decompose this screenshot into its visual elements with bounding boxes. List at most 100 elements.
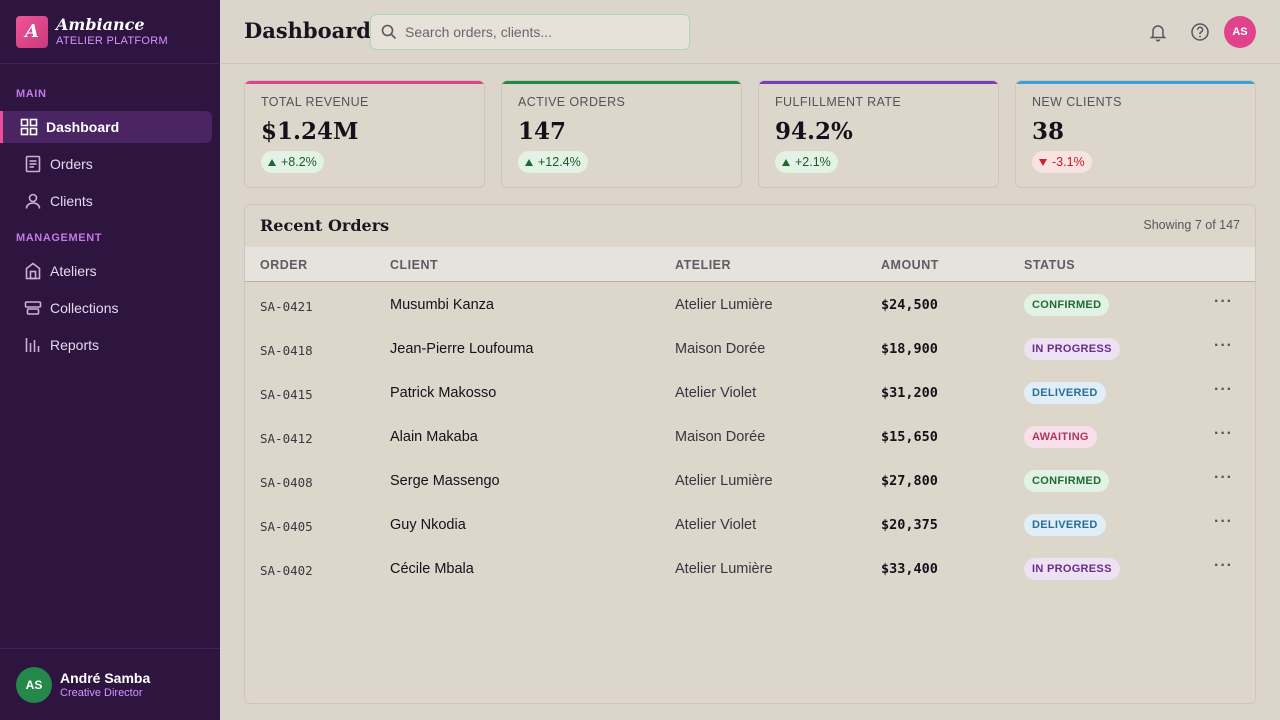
atelier-name: Atelier Lumière — [675, 297, 773, 313]
stat-card-new-clients: NEW CLIENTS 38 -3.1% — [1015, 80, 1256, 188]
trend-badge: +12.4% — [518, 151, 588, 173]
order-id[interactable]: SA-0412 — [260, 431, 313, 446]
client-name: Guy Nkodia — [390, 517, 466, 533]
client-name: Jean-Pierre Loufouma — [390, 341, 534, 357]
stat-label: NEW CLIENTS — [1032, 95, 1122, 109]
stat-card-active-orders: ACTIVE ORDERS 147 +12.4% — [501, 80, 742, 188]
search-icon — [381, 24, 397, 40]
sidebar-item-collections[interactable]: Collections — [4, 292, 212, 324]
order-amount: $31,200 — [881, 385, 938, 401]
bell-icon[interactable] — [1148, 22, 1168, 42]
table-row[interactable]: SA-0405 Guy Nkodia Atelier Violet $20,375 DE… — [245, 503, 1255, 547]
order-amount: $27,800 — [881, 473, 938, 489]
status-badge: DELIVERED — [1024, 514, 1106, 536]
table-row[interactable]: SA-0418 Jean-Pierre Loufouma Maison Dorée $… — [245, 327, 1255, 371]
sidebar-item-label: Ateliers — [50, 263, 97, 279]
stat-value: 38 — [1032, 118, 1065, 145]
trend-badge: +8.2% — [261, 151, 324, 173]
stat-value: 94.2% — [775, 118, 853, 145]
column-header-client[interactable]: CLIENT — [390, 258, 438, 272]
header-avatar[interactable]: AS — [1224, 16, 1256, 48]
table-row[interactable]: SA-0415 Patrick Makosso Atelier Violet $31,… — [245, 371, 1255, 415]
sidebar-item-clients[interactable]: Clients — [4, 185, 212, 217]
atelier-name: Atelier Violet — [675, 517, 757, 533]
order-id[interactable]: SA-0408 — [260, 475, 313, 490]
more-options-icon[interactable]: ··· — [1214, 513, 1238, 535]
column-header-order[interactable]: ORDER — [260, 258, 308, 272]
trend-up-icon — [268, 158, 276, 166]
more-options-icon[interactable]: ··· — [1214, 337, 1238, 359]
sidebar: A Ambiance ATELIER PLATFORM MAIN Dashboa… — [0, 0, 220, 720]
stat-label: ACTIVE ORDERS — [518, 95, 626, 109]
status-badge: CONFIRMED — [1024, 294, 1110, 316]
status-badge: DELIVERED — [1024, 382, 1106, 404]
table-row[interactable]: SA-0402 Cécile Mbala Atelier Lumière $33,40… — [245, 547, 1255, 591]
trend-up-icon — [782, 158, 790, 166]
stat-change: -3.1% — [1052, 155, 1085, 169]
stat-change: +8.2% — [281, 155, 317, 169]
trend-down-icon — [1039, 158, 1047, 166]
status-badge: IN PROGRESS — [1024, 558, 1120, 580]
table-row[interactable]: SA-0412 Alain Makaba Maison Dorée $15,650 AW… — [245, 415, 1255, 459]
stat-value: 147 — [518, 118, 567, 145]
stat-value: $1.24M — [261, 118, 359, 145]
sidebar-item-label: Reports — [50, 337, 100, 353]
brand-subtitle: ATELIER PLATFORM — [56, 34, 168, 47]
order-amount: $18,900 — [881, 341, 938, 357]
table-header: ORDER CLIENT ATELIER AMOUNT STATUS — [245, 247, 1255, 282]
more-options-icon[interactable]: ··· — [1214, 557, 1238, 579]
brand[interactable]: A Ambiance ATELIER PLATFORM — [0, 0, 220, 64]
order-amount: $33,400 — [881, 561, 938, 577]
table-row[interactable]: SA-0421 Musumbi Kanza Atelier Lumière $24,5… — [245, 283, 1255, 327]
building-icon — [25, 262, 41, 280]
search-bar[interactable] — [370, 14, 690, 50]
user-icon — [25, 193, 41, 209]
stat-label: FULFILLMENT RATE — [775, 95, 902, 109]
stat-change: +12.4% — [538, 155, 581, 169]
more-options-icon[interactable]: ··· — [1214, 293, 1238, 315]
more-options-icon[interactable]: ··· — [1214, 469, 1238, 491]
client-name: Musumbi Kanza — [390, 297, 494, 313]
avatar: AS — [16, 666, 52, 703]
sidebar-item-reports[interactable]: Reports — [4, 329, 212, 361]
user-profile[interactable]: AS André Samba Creative Director — [0, 648, 220, 720]
column-header-status[interactable]: STATUS — [1024, 258, 1075, 272]
order-id[interactable]: SA-0402 — [260, 563, 313, 578]
help-icon[interactable] — [1190, 22, 1210, 42]
dashboard-icon — [20, 118, 38, 136]
order-id[interactable]: SA-0415 — [260, 387, 313, 402]
stat-change: +2.1% — [795, 155, 831, 169]
bar-chart-icon — [25, 338, 40, 352]
client-name: Patrick Makosso — [390, 385, 497, 401]
sidebar-item-orders[interactable]: Orders — [4, 148, 212, 180]
atelier-name: Atelier Lumière — [675, 473, 773, 489]
more-options-icon[interactable]: ··· — [1214, 381, 1238, 403]
more-options-icon[interactable]: ··· — [1214, 425, 1238, 447]
sidebar-item-label: Clients — [50, 193, 93, 209]
search-input[interactable] — [405, 24, 675, 40]
recent-orders-panel: Recent Orders Showing 7 of 147 ORDER CLI… — [244, 204, 1256, 704]
section-label-main: MAIN — [16, 88, 47, 100]
status-badge: IN PROGRESS — [1024, 338, 1120, 360]
order-id[interactable]: SA-0405 — [260, 519, 313, 534]
brand-name: Ambiance — [56, 14, 145, 34]
table-row[interactable]: SA-0408 Serge Massengo Atelier Lumière $27,… — [245, 459, 1255, 503]
order-id[interactable]: SA-0418 — [260, 343, 313, 358]
order-amount: $15,650 — [881, 429, 938, 445]
client-name: Serge Massengo — [390, 473, 500, 489]
accent-bar — [245, 81, 484, 84]
atelier-name: Maison Dorée — [675, 341, 766, 357]
sidebar-item-label: Orders — [50, 156, 93, 172]
status-badge: CONFIRMED — [1024, 470, 1110, 492]
sidebar-item-dashboard[interactable]: Dashboard — [0, 111, 212, 143]
atelier-name: Atelier Violet — [675, 385, 757, 401]
panel-title: Recent Orders — [260, 216, 390, 235]
atelier-name: Maison Dorée — [675, 429, 766, 445]
section-label-management: MANAGEMENT — [16, 232, 103, 244]
stat-label: TOTAL REVENUE — [261, 95, 369, 109]
brand-logo: A — [16, 15, 48, 48]
sidebar-item-ateliers[interactable]: Ateliers — [4, 255, 212, 287]
order-id[interactable]: SA-0421 — [260, 299, 313, 314]
column-header-amount[interactable]: AMOUNT — [881, 258, 939, 272]
column-header-atelier[interactable]: ATELIER — [675, 258, 731, 272]
